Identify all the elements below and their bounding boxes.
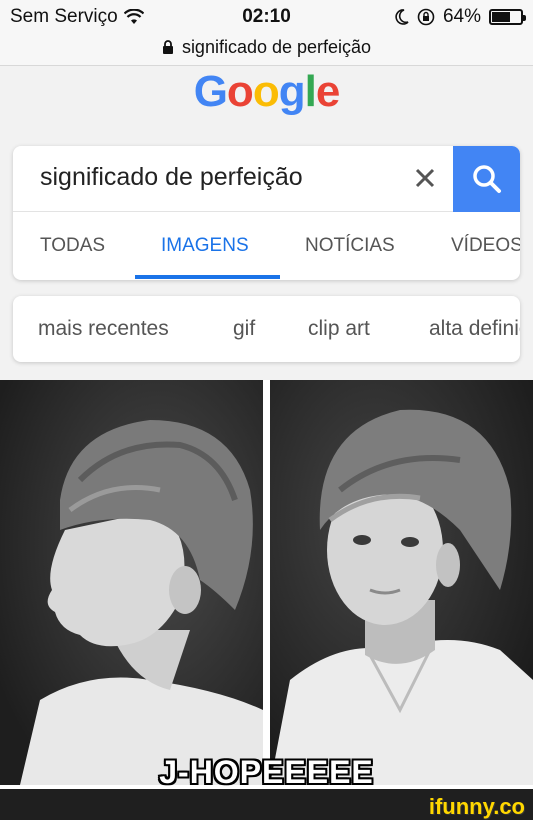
chip-gif[interactable]: gif xyxy=(233,317,255,341)
tab-imagens[interactable]: IMAGENS xyxy=(161,235,249,257)
logo-letter: G xyxy=(193,67,228,116)
logo-letter: g xyxy=(278,67,306,116)
portrait-photo xyxy=(270,380,533,785)
search-tabs: TODAS IMAGENS NOTÍCIAS VÍDEOS xyxy=(13,213,520,280)
lock-icon xyxy=(162,40,173,54)
ifunny-watermark: ifunny.co xyxy=(428,794,525,819)
logo-letter: o xyxy=(226,67,254,116)
url-bar[interactable]: significado de perfeição xyxy=(0,30,533,66)
chip-mais-recentes[interactable]: mais recentes xyxy=(38,317,169,341)
google-logo[interactable]: Google xyxy=(0,66,533,124)
battery-percent: 64% xyxy=(442,6,481,27)
search-input[interactable]: significado de perfeição xyxy=(40,163,303,192)
moon-icon xyxy=(395,9,409,25)
tab-videos[interactable]: VÍDEOS xyxy=(451,235,520,257)
battery-fill xyxy=(492,12,510,22)
battery-icon xyxy=(489,9,526,25)
meme-caption: J-HOPEEEEE xyxy=(159,754,374,790)
close-icon xyxy=(415,168,435,188)
carrier-group: Sem Serviço xyxy=(10,6,144,28)
image-result[interactable] xyxy=(270,380,533,785)
portrait-photo xyxy=(0,380,263,785)
url-text: significado de perfeição xyxy=(181,37,372,57)
search-button[interactable] xyxy=(453,146,520,212)
tab-noticias[interactable]: NOTÍCIAS xyxy=(305,235,395,257)
search-icon xyxy=(472,165,501,193)
rotation-lock-icon xyxy=(417,8,435,26)
status-icons: 64% xyxy=(395,6,526,28)
chip-clip-art[interactable]: clip art xyxy=(308,317,370,341)
chip-alta-definicao[interactable]: alta definição xyxy=(429,317,520,341)
search-box: significado de perfeição xyxy=(13,146,520,212)
wifi-icon xyxy=(123,9,144,24)
tab-todas[interactable]: TODAS xyxy=(40,235,105,257)
logo-letter: l xyxy=(304,67,317,116)
filter-chips: mais recentes gif clip art alta definiçã… xyxy=(13,296,520,362)
clear-button[interactable] xyxy=(405,158,445,198)
carrier-label: Sem Serviço xyxy=(10,6,118,27)
logo-letter: o xyxy=(252,67,280,116)
search-card: significado de perfeição TODAS IMAGENS N… xyxy=(13,146,520,280)
logo-letter: e xyxy=(315,67,341,116)
active-tab-indicator xyxy=(135,275,280,279)
image-result[interactable] xyxy=(0,380,263,785)
status-bar: Sem Serviço 02:10 64% xyxy=(0,0,533,30)
